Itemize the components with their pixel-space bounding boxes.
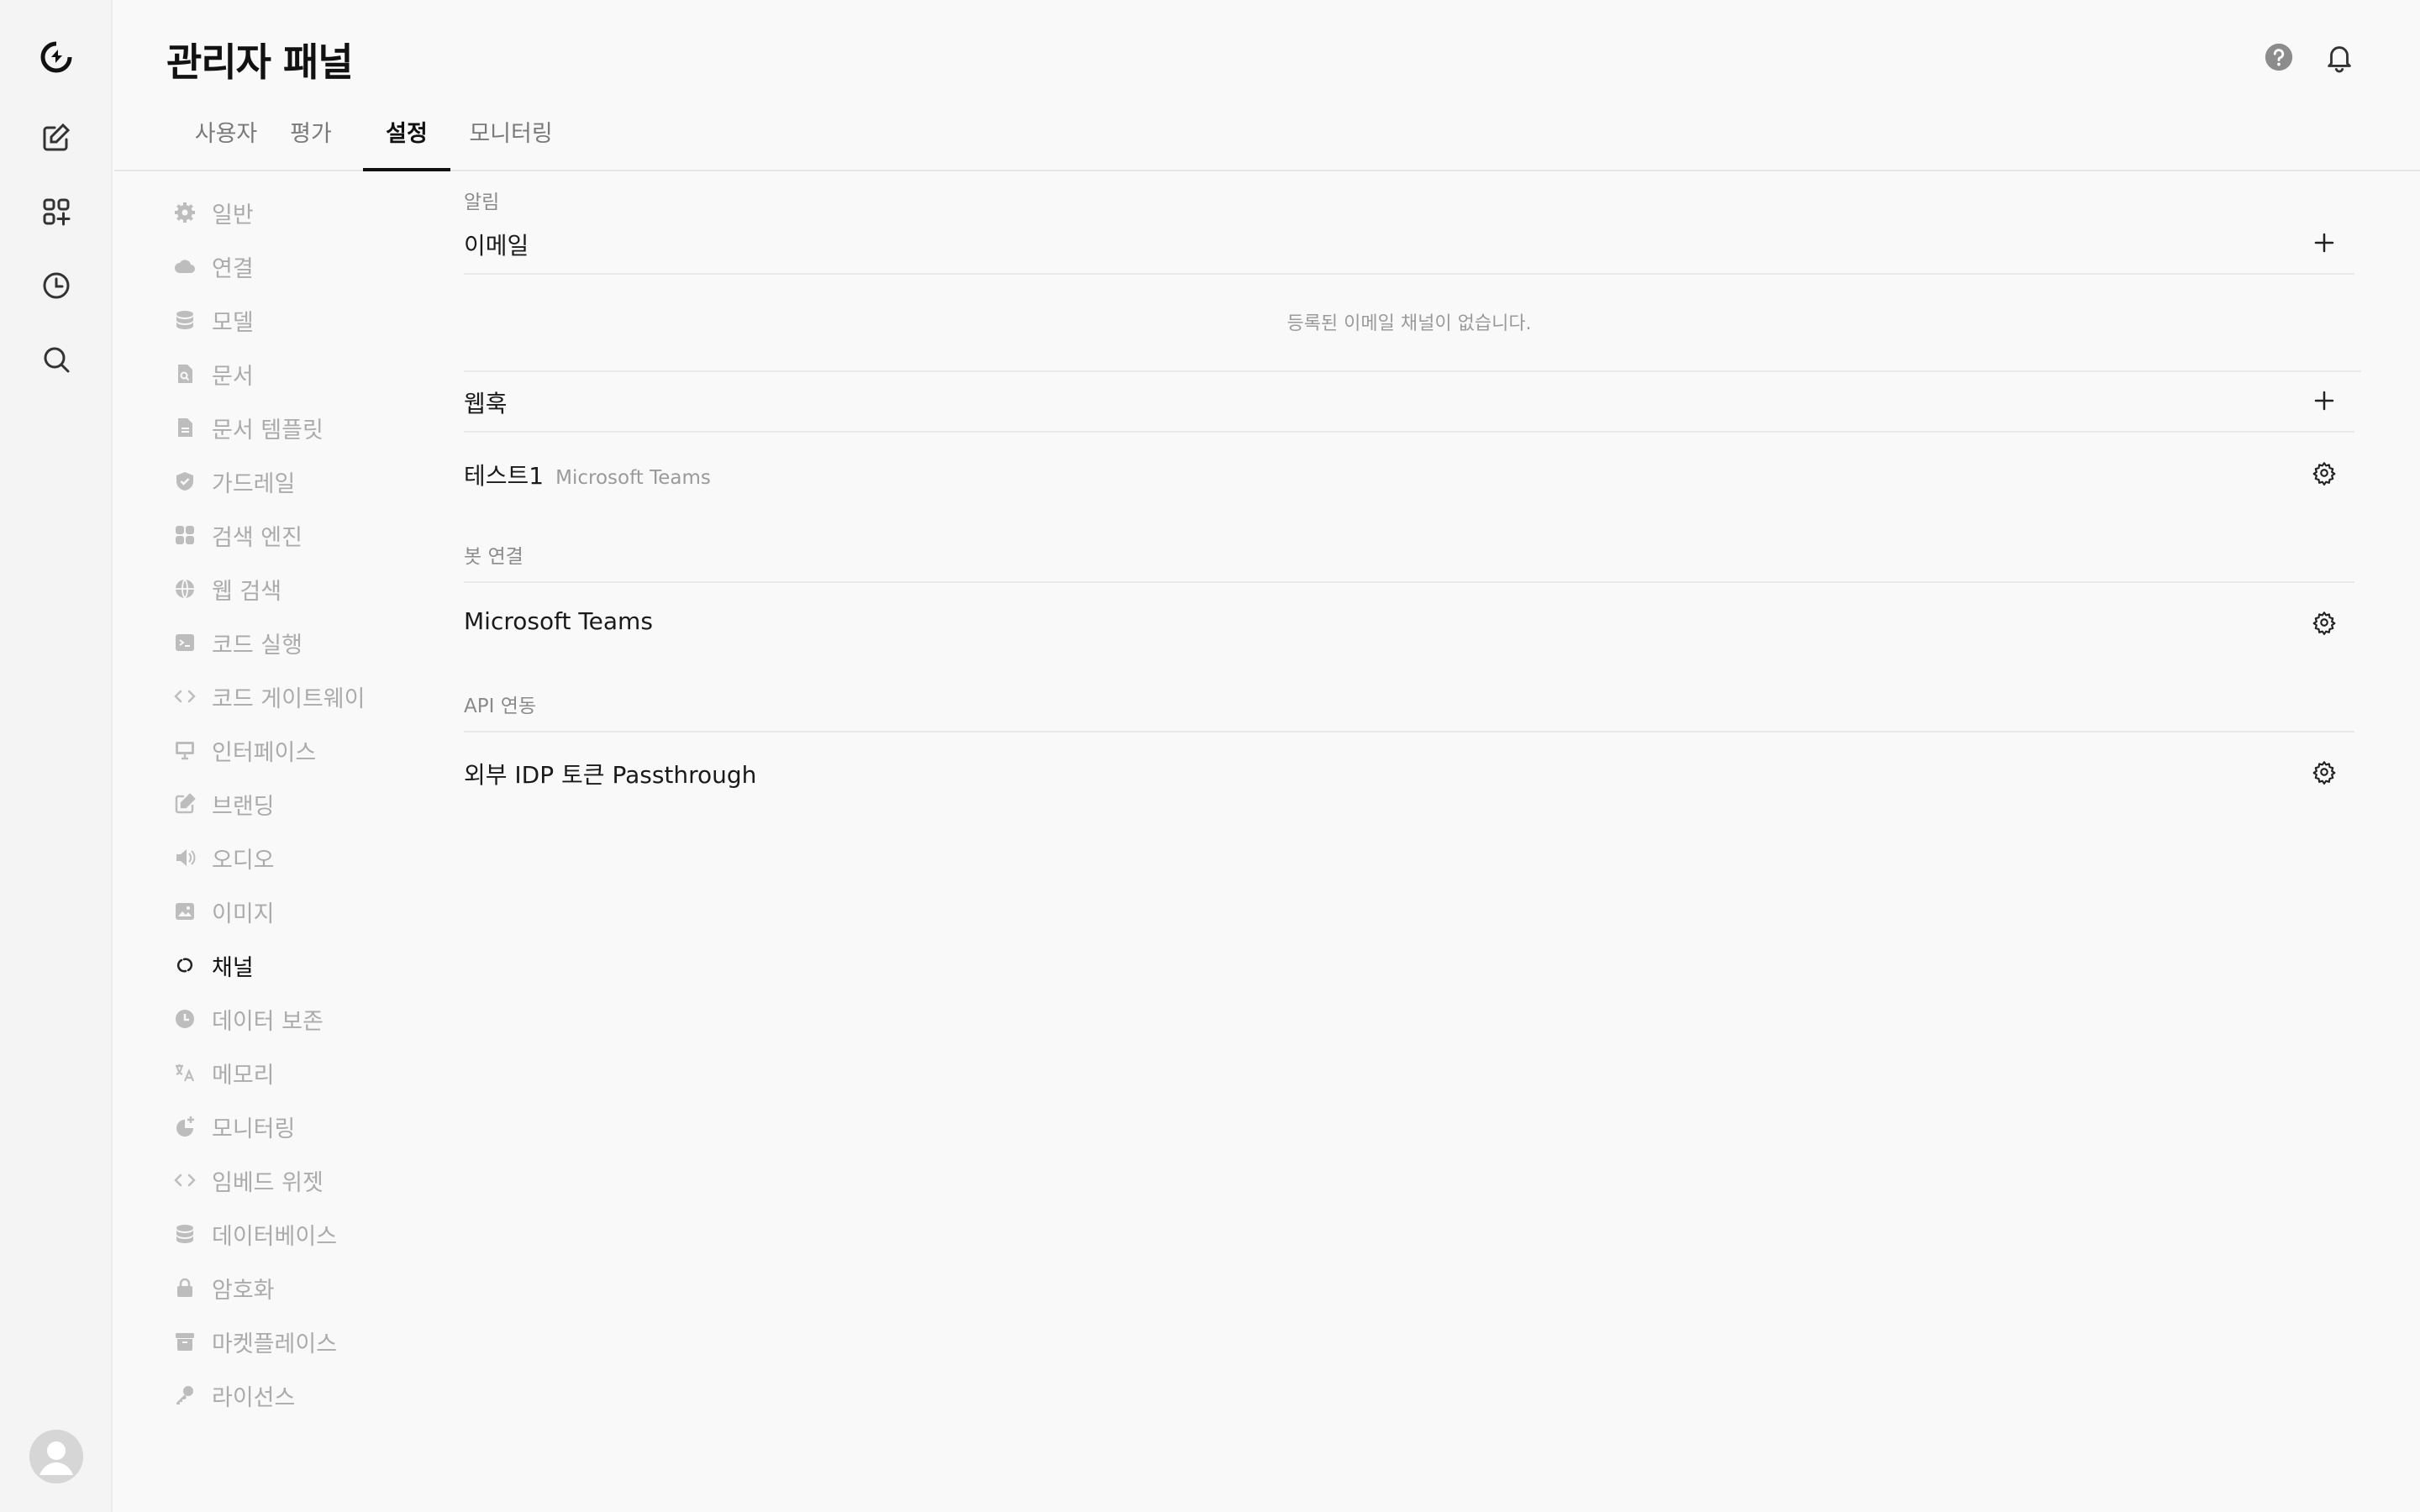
sidebar-item-document-templates[interactable]: 문서 템플릿 (171, 407, 440, 449)
divider (464, 431, 2354, 433)
webhook-item-type: Microsoft Teams (555, 467, 711, 489)
sidebar-item-channels[interactable]: 채널 (171, 944, 440, 986)
sidebar-item-monitoring[interactable]: 모니터링 (171, 1105, 440, 1147)
database-icon (171, 307, 198, 333)
link-icon (171, 952, 198, 979)
sidebar-item-code-gateway[interactable]: 코드 게이트웨이 (171, 675, 440, 717)
speaker-icon (171, 844, 198, 871)
help-icon[interactable] (2259, 37, 2299, 77)
sidebar-item-database[interactable]: 데이터베이스 (171, 1213, 440, 1255)
search-icon[interactable] (31, 334, 82, 385)
sidebar-item-code-execution[interactable]: 코드 실행 (171, 622, 440, 664)
bot-section-label: 봇 연결 (464, 540, 523, 569)
webhook-item[interactable]: 테스트1 Microsoft Teams (464, 458, 711, 491)
archive-icon (171, 1328, 198, 1355)
divider (464, 581, 2354, 583)
api-item-name[interactable]: 외부 IDP 토큰 Passthrough (464, 757, 756, 790)
divider (464, 273, 2354, 275)
language-icon (171, 1059, 198, 1086)
sidebar-item-web-search[interactable]: 웹 검색 (171, 568, 440, 610)
code-icon (171, 683, 198, 710)
main-area: 관리자 패널 사용자 평가 설정 모니터링 일반 연결 모델 문서 문서 템플릿 (114, 0, 2420, 1512)
document-icon (171, 414, 198, 441)
bot-settings-button[interactable] (2306, 604, 2343, 641)
email-empty-message: 등록된 이메일 채널이 없습니다. (464, 308, 2354, 335)
tab-settings[interactable]: 설정 (363, 109, 450, 171)
database-icon (171, 1221, 198, 1247)
gear-icon (2312, 759, 2337, 785)
webhook-title: 웹훅 (464, 386, 508, 419)
document-search-icon (171, 360, 198, 387)
monitor-icon (171, 737, 198, 764)
apps-icon[interactable] (31, 186, 82, 237)
key-icon (171, 1382, 198, 1409)
cloud-icon (171, 253, 198, 280)
sidebar-item-data-retention[interactable]: 데이터 보존 (171, 998, 440, 1040)
history-icon[interactable] (31, 260, 82, 311)
sidebar-item-branding[interactable]: 브랜딩 (171, 783, 440, 825)
webhook-settings-button[interactable] (2306, 454, 2343, 491)
sidebar-item-audio[interactable]: 오디오 (171, 837, 440, 879)
clock-icon (171, 1005, 198, 1032)
terminal-icon (171, 629, 198, 656)
sidebar-item-embed-widget[interactable]: 임베드 위젯 (171, 1159, 440, 1201)
sidebar-item-search-engine[interactable]: 검색 엔진 (171, 514, 440, 556)
sidebar-item-guardrails[interactable]: 가드레일 (171, 460, 440, 502)
sidebar-item-connections[interactable]: 연결 (171, 245, 440, 287)
api-section-label: API 연동 (464, 690, 536, 718)
logo-icon[interactable] (31, 32, 82, 82)
pencil-square-icon (171, 790, 198, 817)
image-icon (171, 898, 198, 925)
shield-icon (171, 468, 198, 495)
sidebar-item-general[interactable]: 일반 (171, 192, 440, 234)
sidebar-item-image[interactable]: 이미지 (171, 890, 440, 932)
sidebar-item-memory[interactable]: 메모리 (171, 1052, 440, 1094)
email-title: 이메일 (464, 228, 529, 261)
api-settings-button[interactable] (2306, 753, 2343, 790)
gear-icon (171, 199, 198, 226)
tab-bar: 사용자 평가 설정 모니터링 (114, 109, 2420, 171)
tab-evaluation[interactable]: 평가 (286, 109, 336, 171)
bot-item-name[interactable]: Microsoft Teams (464, 607, 653, 635)
sidebar-item-models[interactable]: 모델 (171, 299, 440, 341)
bell-icon[interactable] (2319, 37, 2360, 77)
sidebar-item-encryption[interactable]: 암호화 (171, 1267, 440, 1309)
new-chat-icon[interactable] (31, 113, 82, 163)
sidebar-item-marketplace[interactable]: 마켓플레이스 (171, 1320, 440, 1362)
add-webhook-button[interactable] (2306, 382, 2343, 419)
divider (464, 370, 2361, 372)
sidebar-item-documents[interactable]: 문서 (171, 353, 440, 395)
add-email-button[interactable] (2306, 224, 2343, 261)
plus-icon (2312, 231, 2336, 255)
chart-plus-icon (171, 1113, 198, 1140)
page-title: 관리자 패널 (166, 32, 353, 87)
code-icon (171, 1167, 198, 1194)
lock-icon (171, 1274, 198, 1301)
notifications-section-label: 알림 (464, 186, 499, 214)
globe-icon (171, 575, 198, 602)
divider (464, 731, 2354, 732)
webhook-item-name: 테스트1 (464, 462, 544, 490)
icon-rail (0, 0, 113, 1512)
tab-users[interactable]: 사용자 (190, 109, 262, 171)
sidebar-item-license[interactable]: 라이선스 (171, 1374, 440, 1416)
grid-icon (171, 522, 198, 549)
sidebar-item-interface[interactable]: 인터페이스 (171, 729, 440, 771)
plus-icon (2312, 389, 2336, 412)
gear-icon (2312, 610, 2337, 635)
gear-icon (2312, 460, 2337, 486)
tab-monitoring[interactable]: 모니터링 (469, 109, 553, 171)
avatar[interactable] (29, 1430, 83, 1483)
